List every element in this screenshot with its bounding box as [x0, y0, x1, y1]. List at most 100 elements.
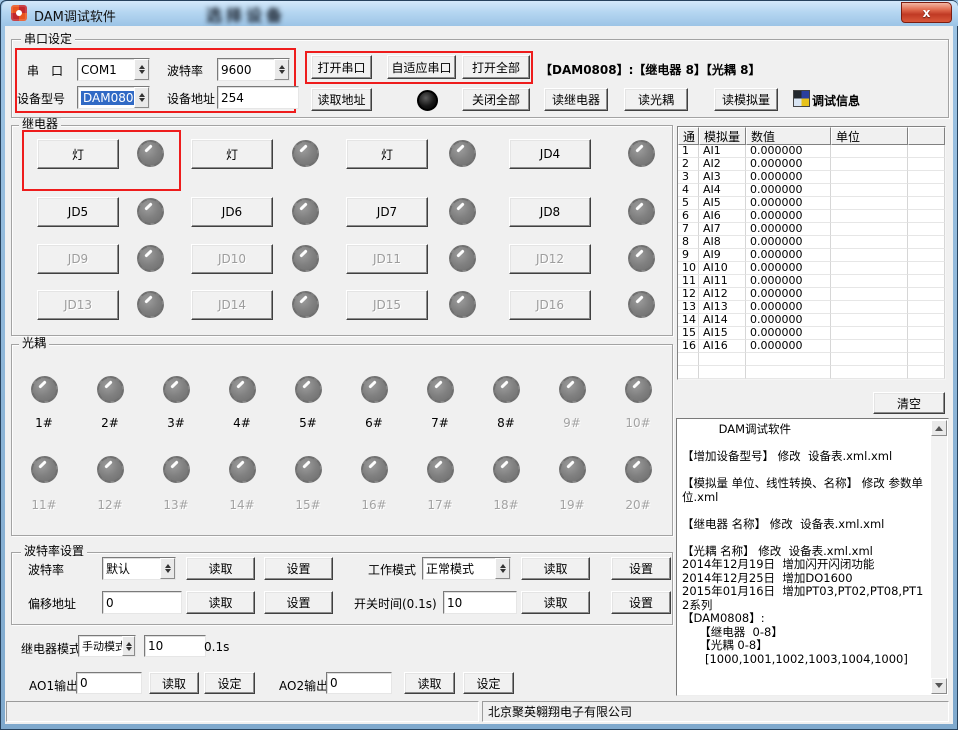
workmode-read-button[interactable]: 读取: [521, 557, 590, 580]
scroll-up-icon[interactable]: [931, 420, 947, 436]
analog-header-模拟量[interactable]: 模拟量: [699, 127, 746, 145]
model-combo[interactable]: DAM0808: [77, 86, 150, 109]
offset-input[interactable]: 0: [102, 591, 182, 614]
open-all-button[interactable]: 打开全部: [462, 55, 530, 79]
read-addr-button[interactable]: 读取地址: [311, 88, 372, 111]
opto-led-8: [493, 376, 520, 403]
analog-cell: 5: [678, 197, 699, 210]
relay-button-3[interactable]: 灯: [346, 139, 428, 169]
baud-read-button[interactable]: 读取: [186, 557, 255, 580]
analog-row-15[interactable]: 15AI150.000000: [678, 327, 945, 340]
ao2-set-button[interactable]: 设定: [463, 672, 514, 694]
relay-button-16[interactable]: JD16: [509, 290, 591, 320]
workmode-set-button[interactable]: 设置: [611, 557, 671, 580]
analog-row-4[interactable]: 4AI40.000000: [678, 184, 945, 197]
offset-read-button[interactable]: 读取: [186, 591, 255, 614]
info-scrollbar[interactable]: [931, 420, 947, 694]
open-serial-button[interactable]: 打开串口: [311, 55, 372, 79]
baud-set-button[interactable]: 设置: [264, 557, 333, 580]
analog-cell: [831, 197, 908, 210]
analog-row-5[interactable]: 5AI50.000000: [678, 197, 945, 210]
ao1-set-button[interactable]: 设定: [204, 672, 255, 694]
analog-cell: AI11: [699, 275, 746, 288]
analog-row-13[interactable]: 13AI130.000000: [678, 301, 945, 314]
analog-cell: [908, 301, 945, 314]
analog-row-10[interactable]: 10AI100.000000: [678, 262, 945, 275]
analog-header-单位[interactable]: 单位: [831, 127, 908, 145]
relay-button-2[interactable]: 灯: [191, 139, 273, 169]
analog-row-14[interactable]: 14AI140.000000: [678, 314, 945, 327]
relay-button-6[interactable]: JD6: [191, 197, 273, 227]
analog-cell: 0.000000: [746, 301, 831, 314]
relay-mode-combo[interactable]: 手动模式: [78, 635, 136, 657]
port-combo[interactable]: COM1: [77, 58, 150, 81]
relay-button-1[interactable]: 灯: [37, 139, 119, 169]
relay-button-7[interactable]: JD7: [346, 197, 428, 227]
relay-button-12[interactable]: JD12: [509, 244, 591, 274]
offset-set-button[interactable]: 设置: [264, 591, 333, 614]
ao1-input[interactable]: 0: [76, 672, 142, 694]
relay-button-5[interactable]: JD5: [37, 197, 119, 227]
analog-row-12[interactable]: 12AI120.000000: [678, 288, 945, 301]
relay-button-4[interactable]: JD4: [509, 139, 591, 169]
dropdown-arrow-icon[interactable]: [134, 87, 149, 108]
close-all-button[interactable]: 关闭全部: [462, 88, 530, 111]
dropdown-arrow-icon[interactable]: [122, 636, 135, 656]
relay-button-13[interactable]: JD13: [37, 290, 119, 320]
analog-cell: [831, 184, 908, 197]
analog-cell: [831, 249, 908, 262]
clear-button[interactable]: 清空: [873, 392, 945, 414]
analog-cell: 0.000000: [746, 262, 831, 275]
analog-row-7[interactable]: 7AI70.000000: [678, 223, 945, 236]
debug-info-label[interactable]: 调试信息: [812, 92, 860, 109]
analog-cell: [699, 353, 746, 366]
analog-cell: 15: [678, 327, 699, 340]
analog-header-extra[interactable]: [908, 127, 945, 145]
read-opto-button[interactable]: 读光耦: [624, 88, 688, 111]
relay-button-15[interactable]: JD15: [346, 290, 428, 320]
analog-header-通[interactable]: 通: [678, 127, 699, 145]
analog-row-11[interactable]: 11AI110.000000: [678, 275, 945, 288]
title-bar[interactable]: DAM调试软件 选择设备 x: [2, 1, 958, 26]
analog-cell: [699, 366, 746, 379]
addr-input[interactable]: 254: [217, 86, 299, 109]
analog-cell: [831, 223, 908, 236]
dropdown-arrow-icon[interactable]: [495, 558, 510, 579]
relay-button-10[interactable]: JD10: [191, 244, 273, 274]
analog-row-6[interactable]: 6AI60.000000: [678, 210, 945, 223]
scroll-down-icon[interactable]: [931, 678, 947, 694]
relay-button-11[interactable]: JD11: [346, 244, 428, 274]
analog-row-8[interactable]: 8AI80.000000: [678, 236, 945, 249]
workmode-combo[interactable]: 正常模式: [422, 557, 511, 580]
ao2-read-button[interactable]: 读取: [404, 672, 455, 694]
switch-time-input[interactable]: 10: [443, 591, 517, 614]
analog-cell: 10: [678, 262, 699, 275]
switch-read-button[interactable]: 读取: [521, 591, 590, 614]
baudrate-combo[interactable]: 默认: [102, 557, 176, 580]
dropdown-arrow-icon[interactable]: [274, 59, 289, 80]
ao2-input[interactable]: 0: [326, 672, 392, 694]
analog-row-16[interactable]: 16AI160.000000: [678, 340, 945, 353]
adaptive-serial-button[interactable]: 自适应串口: [387, 55, 456, 79]
read-relay-button[interactable]: 读继电器: [544, 88, 608, 111]
opto-led-4: [229, 376, 256, 403]
relay-button-14[interactable]: JD14: [191, 290, 273, 320]
analog-cell: 7: [678, 223, 699, 236]
info-text: DAM调试软件 【增加设备型号】 修改 设备表.xml.xml 【模拟量 单位、…: [682, 423, 927, 666]
read-analog-button[interactable]: 读模拟量: [714, 88, 778, 111]
opto-label-2: 2#: [90, 416, 130, 430]
relay-button-9[interactable]: JD9: [37, 244, 119, 274]
dropdown-arrow-icon[interactable]: [134, 59, 149, 80]
analog-row-3[interactable]: 3AI30.000000: [678, 171, 945, 184]
dropdown-arrow-icon[interactable]: [160, 558, 175, 579]
switch-set-button[interactable]: 设置: [611, 591, 671, 614]
baud-combo[interactable]: 9600: [217, 58, 290, 81]
relay-button-8[interactable]: JD8: [509, 197, 591, 227]
close-button[interactable]: x: [901, 2, 952, 23]
relay-mode-time-input[interactable]: 10: [144, 635, 206, 657]
ao1-read-button[interactable]: 读取: [149, 672, 199, 694]
analog-header-数值[interactable]: 数值: [746, 127, 831, 145]
analog-row-2[interactable]: 2AI20.000000: [678, 158, 945, 171]
analog-row-9[interactable]: 9AI90.000000: [678, 249, 945, 262]
analog-row-1[interactable]: 1AI10.000000: [678, 145, 945, 158]
